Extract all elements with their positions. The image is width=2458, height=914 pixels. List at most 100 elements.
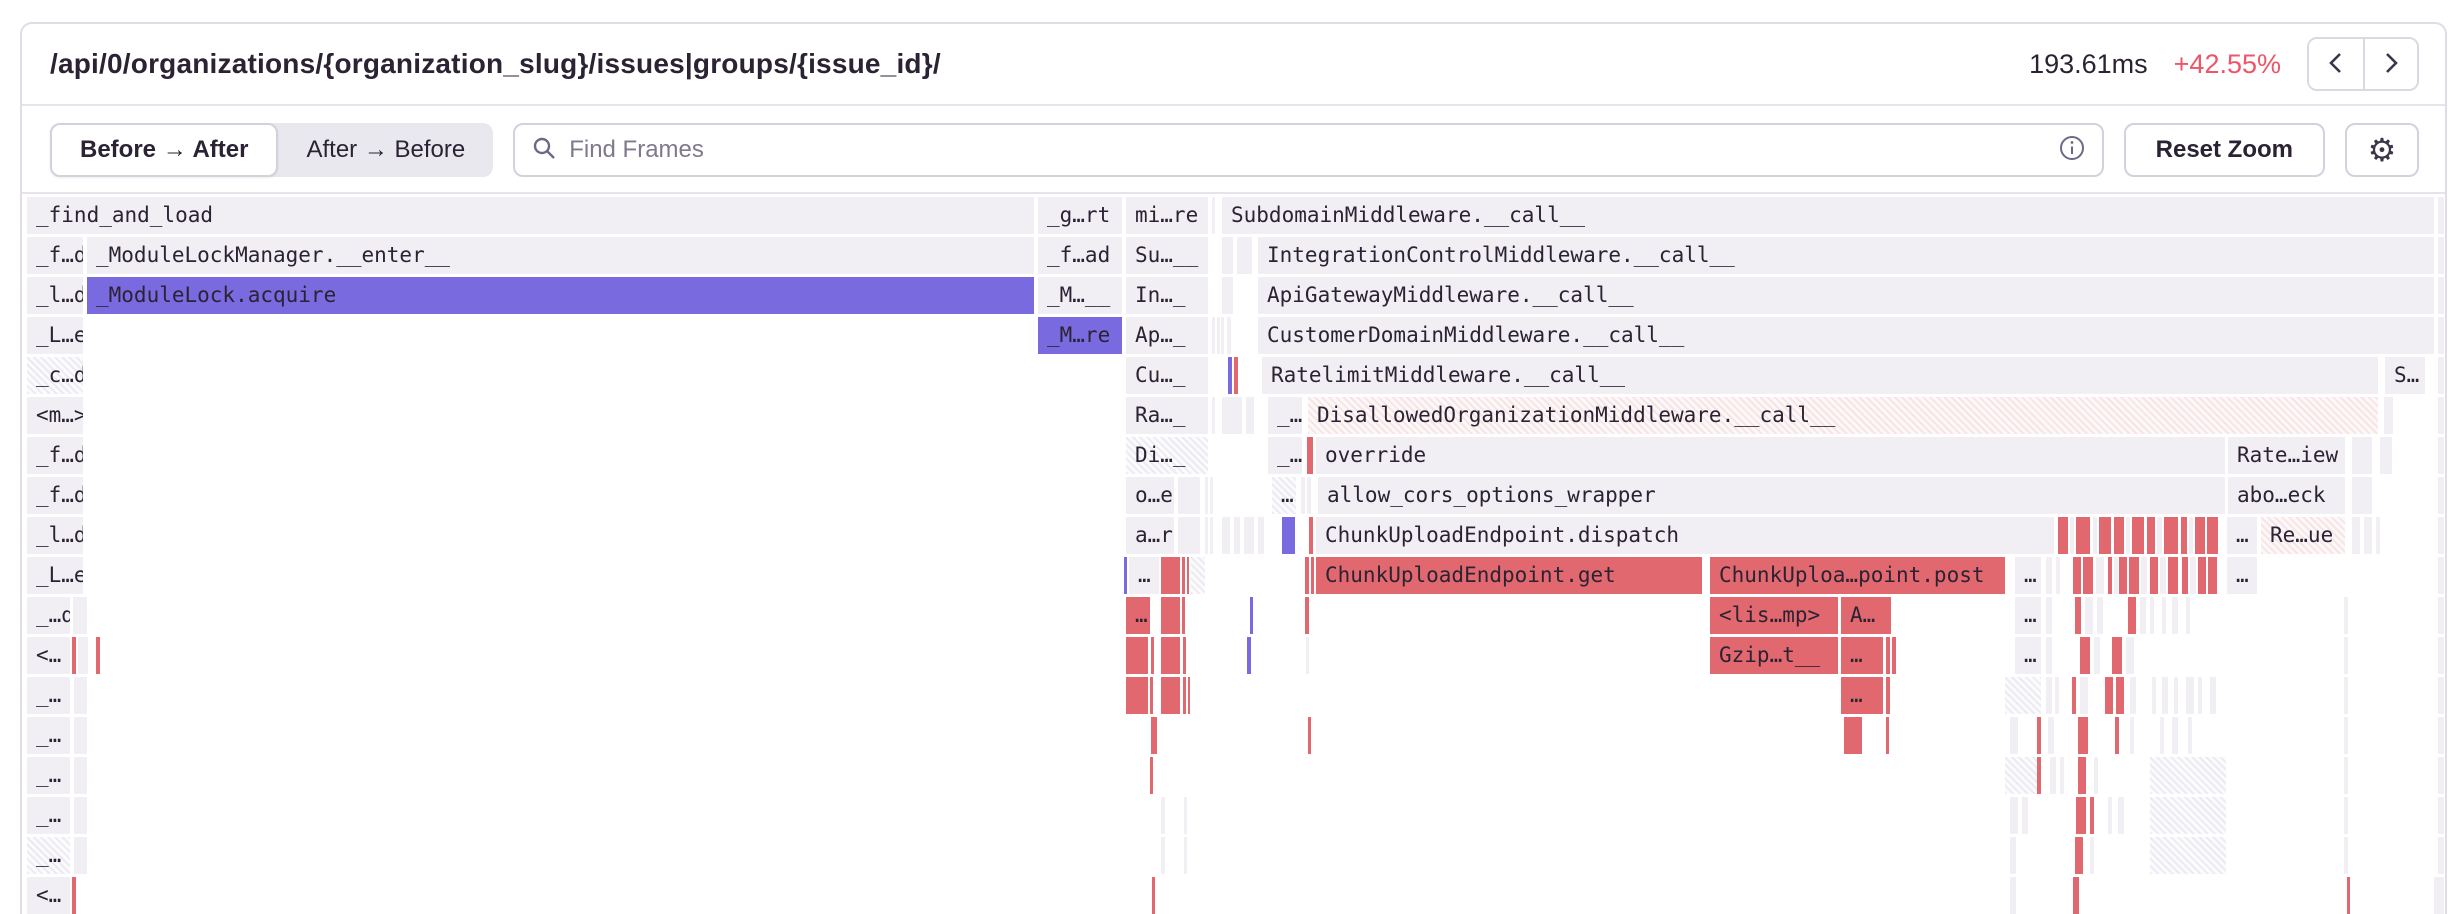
flame-frame[interactable] <box>2094 757 2098 794</box>
flame-frame[interactable] <box>2150 597 2154 634</box>
flame-frame[interactable] <box>2105 677 2113 714</box>
flame-frame[interactable] <box>2150 837 2226 874</box>
settings-button[interactable]: ⚙ <box>2345 123 2419 177</box>
flame-frame[interactable]: _… <box>27 837 70 874</box>
flame-frame[interactable] <box>2097 597 2103 634</box>
flame-frame[interactable] <box>74 677 87 714</box>
flame-frame[interactable] <box>2073 877 2079 914</box>
flame-frame[interactable]: … <box>1841 637 1883 674</box>
flame-frame[interactable] <box>1187 557 1189 594</box>
flame-frame[interactable] <box>2198 677 2202 714</box>
flame-frame[interactable] <box>2094 637 2100 674</box>
flame-frame[interactable] <box>74 717 87 754</box>
flame-frame[interactable] <box>1247 637 1251 674</box>
flame-frame[interactable] <box>2344 677 2348 714</box>
flame-frame[interactable] <box>2162 677 2168 714</box>
flame-frame[interactable] <box>2352 517 2360 554</box>
flame-frame[interactable]: _f…d <box>27 437 83 474</box>
flame-frame[interactable] <box>2438 837 2444 874</box>
flame-frame[interactable]: _M…__ <box>1038 277 1122 314</box>
flame-frame[interactable] <box>2076 517 2090 554</box>
flame-frame[interactable] <box>2172 717 2178 754</box>
flame-frame[interactable] <box>1306 637 1309 674</box>
flame-frame[interactable] <box>2189 517 2193 554</box>
after-before-toggle[interactable]: After → Before <box>278 123 493 177</box>
flame-frame[interactable] <box>1222 397 1242 434</box>
flame-frame[interactable] <box>1244 517 1254 554</box>
flame-frame[interactable] <box>2364 517 2372 554</box>
flame-frame[interactable] <box>1183 637 1186 674</box>
flame-frame[interactable] <box>1205 517 1208 554</box>
flame-frame[interactable] <box>2438 757 2444 794</box>
flame-frame[interactable]: _… <box>1268 397 1302 434</box>
flame-frame[interactable] <box>2147 517 2155 554</box>
flame-frame[interactable] <box>1161 637 1180 674</box>
flame-frame[interactable]: _l…d <box>27 277 83 314</box>
flame-frame[interactable] <box>2162 597 2166 634</box>
flame-frame[interactable] <box>1210 517 1213 554</box>
flame-frame[interactable] <box>2130 717 2134 754</box>
flame-frame[interactable]: _f…ad <box>1038 237 1122 274</box>
flame-frame[interactable] <box>2438 197 2444 234</box>
flame-frame[interactable]: _f…d <box>27 237 83 274</box>
flame-frame[interactable] <box>2080 677 2088 714</box>
flame-frame[interactable] <box>1151 717 1157 754</box>
flame-frame[interactable]: IntegrationControlMiddleware.__call__ <box>1258 237 2434 274</box>
flame-frame[interactable] <box>2128 597 2136 634</box>
flame-frame[interactable] <box>1124 557 1127 594</box>
flame-frame[interactable] <box>1234 517 1240 554</box>
flame-frame[interactable]: Re…ue <box>2261 517 2345 554</box>
flame-frame[interactable] <box>1150 677 1153 714</box>
flame-frame[interactable] <box>2075 837 2083 874</box>
flame-frame[interactable] <box>2005 757 2037 794</box>
flame-frame[interactable] <box>2164 517 2178 554</box>
flame-frame[interactable] <box>1311 557 1314 594</box>
flame-frame[interactable] <box>2055 677 2059 714</box>
flame-frame[interactable] <box>2160 717 2164 754</box>
flame-frame[interactable] <box>1886 717 1889 754</box>
flame-frame[interactable]: allow_cors_options_wrapper <box>1318 477 2225 514</box>
flame-frame[interactable]: _g…rt <box>1038 197 1122 234</box>
flame-frame[interactable] <box>2438 477 2444 514</box>
flame-frame[interactable] <box>73 597 87 634</box>
flame-frame[interactable] <box>1222 237 1233 274</box>
flame-frame[interactable] <box>2195 517 2205 554</box>
flame-frame[interactable] <box>2048 717 2054 754</box>
flame-frame[interactable] <box>2190 557 2196 594</box>
flame-frame[interactable] <box>2438 717 2444 754</box>
flame-frame[interactable] <box>2072 677 2076 714</box>
flame-frame[interactable] <box>2174 677 2178 714</box>
flame-frame[interactable] <box>2168 557 2178 594</box>
flame-frame[interactable] <box>2046 637 2052 674</box>
flame-frame[interactable] <box>1301 477 1305 514</box>
flame-frame[interactable] <box>1151 637 1154 674</box>
flame-frame[interactable]: Gzip…t__ <box>1710 637 1838 674</box>
flame-frame[interactable] <box>2182 557 2188 594</box>
flame-frame[interactable]: CustomerDomainMiddleware.__call__ <box>1258 317 2434 354</box>
flame-frame[interactable] <box>74 797 87 834</box>
flame-frame[interactable] <box>2157 517 2162 554</box>
flame-frame[interactable]: abo…eck <box>2228 477 2345 514</box>
flame-frame[interactable] <box>2070 517 2074 554</box>
flame-frame[interactable] <box>2115 717 2119 754</box>
flame-frame[interactable] <box>2010 797 2018 834</box>
flame-frame[interactable] <box>2119 557 2127 594</box>
flame-frame[interactable]: _l…d <box>27 517 83 554</box>
flame-frame[interactable] <box>2438 397 2444 434</box>
flame-frame[interactable] <box>2085 597 2093 634</box>
flame-frame[interactable] <box>2150 757 2226 794</box>
flame-frame[interactable] <box>2096 557 2104 594</box>
flame-frame[interactable] <box>2150 797 2226 834</box>
flame-frame[interactable] <box>1161 557 1180 594</box>
flame-frame[interactable]: … <box>1129 557 1159 594</box>
flame-frame[interactable] <box>1210 477 1213 514</box>
flame-frame[interactable]: A… <box>1841 597 1891 634</box>
reset-zoom-button[interactable]: Reset Zoom <box>2124 123 2325 177</box>
flame-frame[interactable] <box>1246 397 1254 434</box>
flame-frame[interactable]: … <box>2227 517 2257 554</box>
flame-frame[interactable]: <… <box>27 637 70 674</box>
flame-frame[interactable] <box>2186 597 2190 634</box>
flame-frame[interactable] <box>1184 797 1187 834</box>
flame-frame[interactable] <box>2114 557 2118 594</box>
flame-frame[interactable]: Su…__ <box>1126 237 1208 274</box>
